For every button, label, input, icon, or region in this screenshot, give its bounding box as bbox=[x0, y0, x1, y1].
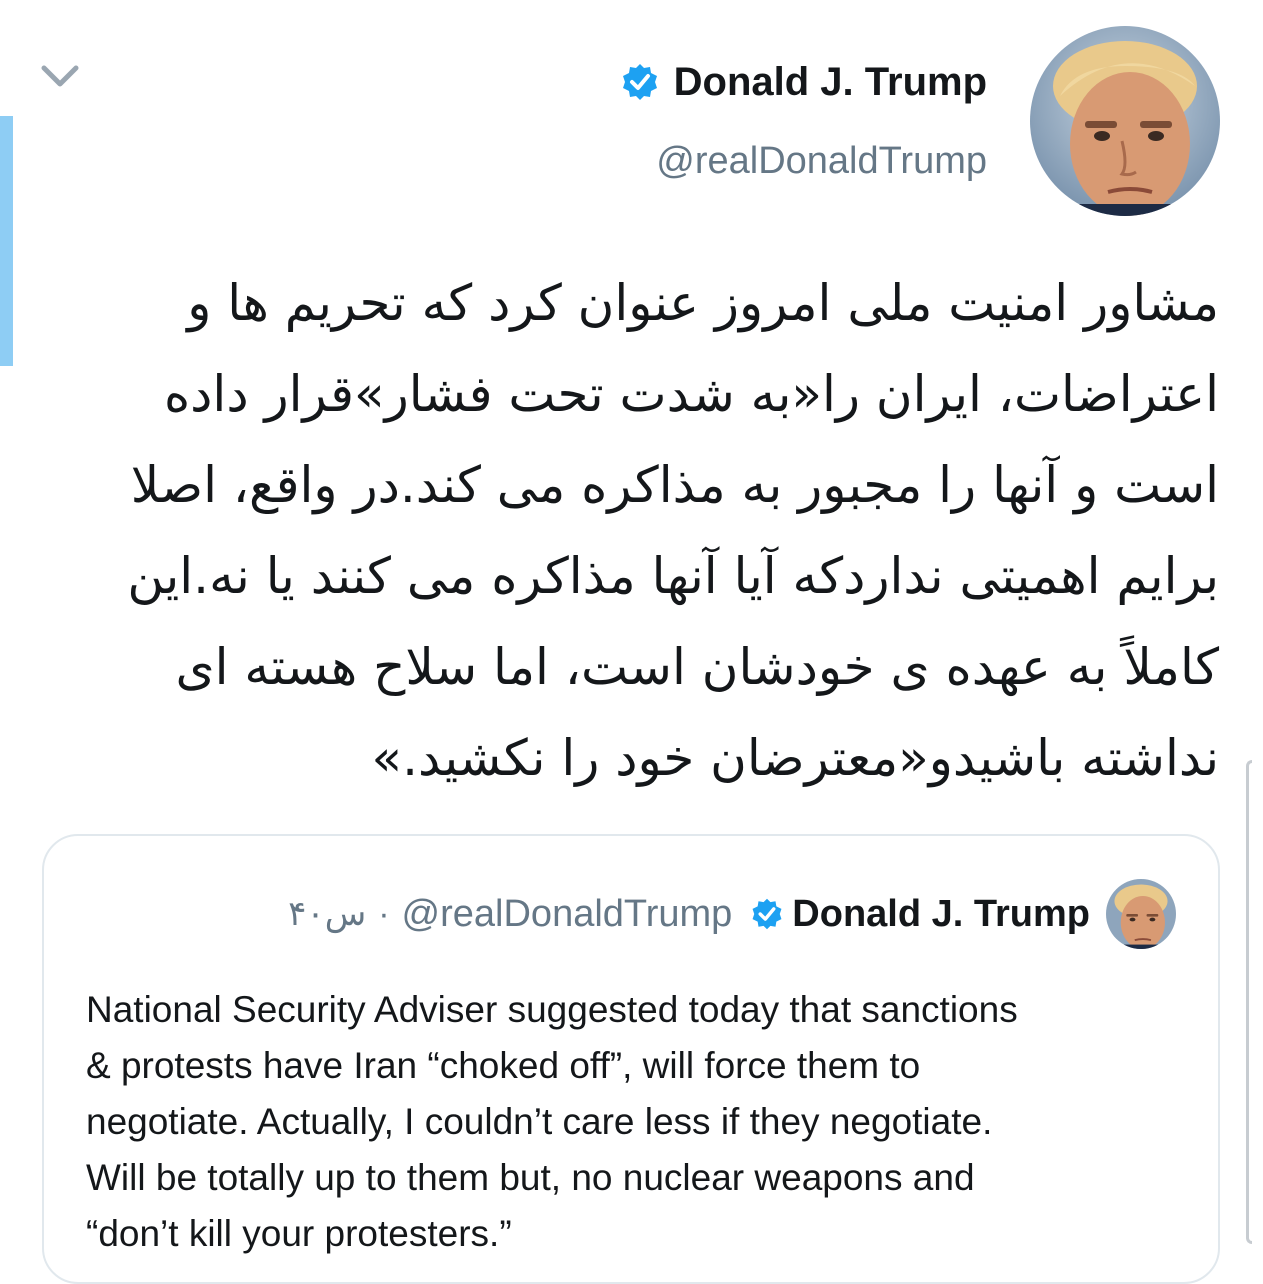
quoted-text-line: Will be totally up to them but, no nucle… bbox=[86, 1157, 975, 1198]
tweet-text-line: اعتراضات، ایران را«به شدت تحت فشار»قرار … bbox=[163, 365, 1219, 423]
tweet-text-line: برایم اهمیتی نداردکه آیا آنها مذاکره می … bbox=[127, 547, 1219, 605]
verified-badge-icon bbox=[622, 64, 657, 100]
quoted-author-handle: @realDonaldTrump bbox=[401, 892, 733, 935]
chevron-down-icon[interactable] bbox=[38, 58, 82, 94]
author-name[interactable]: Donald J. Trump bbox=[674, 60, 987, 105]
tweet-text-line: مشاور امنیت ملی امروز عنوان کرد که تحریم… bbox=[187, 274, 1219, 332]
quoted-text-line: “don’t kill your protesters.” bbox=[86, 1213, 512, 1254]
author-avatar[interactable] bbox=[1030, 26, 1220, 216]
quoted-tweet-card[interactable]: ۴۰س · @realDonaldTrump Donald J. Trump N… bbox=[42, 834, 1220, 1284]
quoted-tweet-time[interactable]: ۴۰س bbox=[288, 894, 366, 934]
quoted-text-line: negotiate. Actually, I couldn’t care les… bbox=[86, 1101, 993, 1142]
tweet-text: مشاور امنیت ملی امروز عنوان کرد که تحریم… bbox=[44, 258, 1219, 804]
scrollbar-edge bbox=[1246, 760, 1252, 1244]
tweet-text-line: نداشته باشیدو«معترضان خود را نکشید.» bbox=[371, 729, 1219, 787]
tweet-text-line: است و آنها را مجبور به مذاکره می کند.در … bbox=[130, 456, 1219, 514]
thread-accent-bar bbox=[0, 116, 13, 366]
tweet-text-line: کاملاً به عهده ی خودشان است، اما سلاح هس… bbox=[175, 638, 1219, 696]
verified-badge-icon bbox=[752, 898, 782, 930]
quoted-text-line: National Security Adviser suggested toda… bbox=[86, 989, 1018, 1030]
quoted-tweet-header: ۴۰س · @realDonaldTrump Donald J. Trump bbox=[288, 879, 1176, 949]
author-name-row[interactable]: Donald J. Trump bbox=[620, 56, 987, 108]
quoted-text-line: & protests have Iran “choked off”, will … bbox=[86, 1045, 921, 1086]
quoted-tweet-text: National Security Adviser suggested toda… bbox=[86, 982, 1186, 1262]
separator-dot: · bbox=[378, 894, 390, 933]
author-handle[interactable]: @realDonaldTrump bbox=[656, 140, 987, 183]
quoted-author-avatar bbox=[1106, 879, 1176, 949]
quoted-author-name: Donald J. Trump bbox=[792, 892, 1090, 935]
